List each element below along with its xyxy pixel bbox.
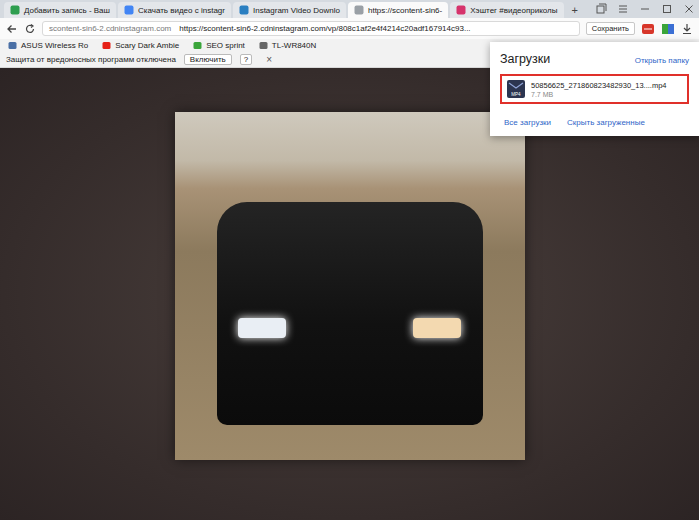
favicon-icon <box>124 5 134 15</box>
tab[interactable]: Добавить запись - Ваш <box>4 2 116 18</box>
tab[interactable]: Хэштег #видеоприколы <box>450 2 563 18</box>
tabs-overview-icon[interactable] <box>595 3 607 15</box>
tab[interactable]: Instagram Video Downlo <box>233 2 346 18</box>
window-controls <box>595 3 695 18</box>
favicon-icon <box>456 5 466 15</box>
download-icon[interactable] <box>681 23 693 35</box>
tab-bar: Добавить запись - Ваш Скачать видео с ins… <box>0 0 699 18</box>
tab-label: Instagram Video Downlo <box>253 6 340 15</box>
bookmark-label: Scary Dark Ambie <box>115 41 179 50</box>
extension-shield-icon[interactable] <box>661 23 675 35</box>
bookmark-icon <box>8 41 17 50</box>
svg-text:MP4: MP4 <box>511 92 521 97</box>
headlight <box>413 318 461 338</box>
address-row: scontent-sin6-2.cdninstagram.com https://… <box>0 18 699 39</box>
tab[interactable]: Скачать видео с instagr <box>118 2 231 18</box>
back-arrow-icon[interactable] <box>6 23 18 35</box>
menu-icon[interactable] <box>617 3 629 15</box>
save-button[interactable]: Сохранить <box>586 22 635 35</box>
extension-red-icon[interactable] <box>641 23 655 35</box>
downloads-title: Загрузки <box>500 52 550 66</box>
bookmark[interactable]: SEO sprint <box>193 41 245 50</box>
help-button[interactable]: ? <box>240 54 252 65</box>
downloads-popup: Загрузки Открыть папку MP4 50856625_2718608… <box>490 42 699 136</box>
bookmark-label: SEO sprint <box>206 41 245 50</box>
browser-window: Добавить запись - Ваш Скачать видео с ins… <box>0 0 699 520</box>
tab-label: Добавить запись - Ваш <box>24 6 110 15</box>
download-info: 50856625_271860823482930_13....mp47.7 MB <box>531 81 667 98</box>
address-domain: scontent-sin6-2.cdninstagram.com <box>49 24 171 33</box>
car-shape <box>217 202 483 425</box>
bookmark-icon <box>102 41 111 50</box>
download-size: 7.7 MB <box>531 91 667 98</box>
download-item[interactable]: MP4 50856625_271860823482930_13....mp47.7… <box>500 74 689 104</box>
downloads-header: Загрузки Открыть папку <box>500 52 689 66</box>
close-warning-button[interactable]: × <box>260 54 272 65</box>
tab-label: Хэштег #видеоприколы <box>470 6 557 15</box>
headlight <box>238 318 286 338</box>
address-url: https://scontent-sin6-2.cdninstagram.com… <box>179 24 470 33</box>
bookmark-icon <box>193 41 202 50</box>
warning-message: Защита от вредоносных программ отключена <box>6 55 176 64</box>
tab[interactable]: https://scontent-sin6- <box>348 2 448 18</box>
download-filename: 50856625_271860823482930_13....mp4 <box>531 81 667 90</box>
enable-button[interactable]: Включить <box>184 54 232 65</box>
tab-label: Скачать видео с instagr <box>138 6 225 15</box>
reload-icon[interactable] <box>24 23 36 35</box>
downloads-footer: Все загрузки Скрыть загруженные <box>500 118 689 127</box>
bookmark-icon <box>259 41 268 50</box>
video-file-icon: MP4 <box>506 79 526 99</box>
address-field[interactable]: scontent-sin6-2.cdninstagram.com https://… <box>42 21 580 36</box>
favicon-icon <box>354 5 364 15</box>
video-frame[interactable] <box>175 112 525 460</box>
bookmark[interactable]: TL-WR840N <box>259 41 316 50</box>
close-icon[interactable] <box>683 3 695 15</box>
bookmark-label: TL-WR840N <box>272 41 316 50</box>
bookmark[interactable]: ASUS Wireless Ro <box>8 41 88 50</box>
bookmark-label: ASUS Wireless Ro <box>21 41 88 50</box>
maximize-icon[interactable] <box>661 3 673 15</box>
all-downloads-link[interactable]: Все загрузки <box>504 118 551 127</box>
hide-downloaded-link[interactable]: Скрыть загруженные <box>567 118 645 127</box>
favicon-icon <box>10 5 20 15</box>
bookmark[interactable]: Scary Dark Ambie <box>102 41 179 50</box>
tab-label: https://scontent-sin6- <box>368 6 442 15</box>
favicon-icon <box>239 5 249 15</box>
new-tab-button[interactable]: + <box>566 4 584 18</box>
minimize-icon[interactable] <box>639 3 651 15</box>
tab-list: Добавить запись - Ваш Скачать видео с ins… <box>4 2 584 18</box>
open-folder-link[interactable]: Открыть папку <box>635 56 689 65</box>
